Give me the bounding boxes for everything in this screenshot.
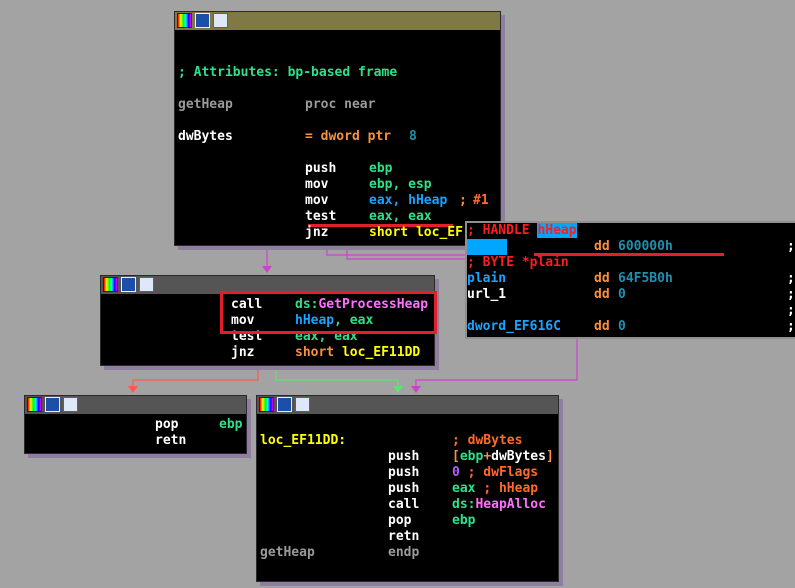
edit-pencil-icon[interactable] xyxy=(45,397,60,412)
var-name[interactable]: dwBytes xyxy=(178,129,233,145)
semicolon: ; xyxy=(787,303,795,318)
comment: ; dwFlags xyxy=(467,465,539,480)
operand: 0 xyxy=(452,465,460,480)
comment: ; dwBytes xyxy=(452,433,523,448)
mnemonic: mov xyxy=(305,177,329,192)
arrow-head xyxy=(393,386,403,393)
directive: dd xyxy=(594,271,610,286)
mnemonic: retn xyxy=(155,433,187,448)
node-title-bar[interactable] xyxy=(257,396,558,414)
data-name[interactable]: dword_EF616C xyxy=(467,319,561,335)
mnemonic: test xyxy=(305,209,337,224)
graph-node-loc-EF11DD[interactable]: loc_EF11DD:; dwBytes push [ebp+dwBytes] p… xyxy=(256,395,559,582)
operand: eax xyxy=(452,481,476,496)
type-comment: ; HANDLE xyxy=(467,223,530,238)
mnemonic: jnz xyxy=(305,225,329,240)
proc-name[interactable]: getHeap xyxy=(178,97,233,113)
operand[interactable]: eax, hHeap xyxy=(369,193,447,209)
color-palette-icon[interactable] xyxy=(177,13,192,28)
comment: ; Attributes: bp-based frame xyxy=(178,65,398,80)
operand: eax, eax xyxy=(369,209,432,224)
proc-keyword: proc near xyxy=(305,97,376,112)
graph-node-getHeap[interactable]: ; Attributes: bp-based frame getHeap pro… xyxy=(174,11,501,246)
edge-popup-node5 xyxy=(415,337,578,392)
node-title-bar[interactable] xyxy=(25,396,246,414)
api-name[interactable]: HeapAlloc xyxy=(475,497,545,512)
mnemonic: push xyxy=(388,481,420,496)
jump-target[interactable]: loc_EF11DD xyxy=(342,345,420,360)
operand: ebp xyxy=(452,513,476,528)
data-name[interactable]: plain xyxy=(467,271,506,287)
node-title-bar[interactable] xyxy=(175,12,500,30)
proc-keyword: endp xyxy=(388,545,420,560)
color-palette-icon[interactable] xyxy=(103,277,118,292)
mnemonic: pop xyxy=(388,513,412,528)
proc-name[interactable]: getHeap xyxy=(260,545,315,561)
arrow-head xyxy=(411,386,421,393)
var-offset: 8 xyxy=(409,129,417,144)
arrow-head xyxy=(128,386,138,393)
graph-node-return[interactable]: pop ebp retn xyxy=(24,395,247,454)
segment: ds: xyxy=(452,497,476,512)
hint-popup: ; HANDLE hHeap dd 600000h ; BYTE *plain p… xyxy=(465,221,795,339)
value: 64F5B0h xyxy=(618,271,673,286)
color-palette-icon[interactable] xyxy=(27,397,42,412)
graph-view-icon[interactable] xyxy=(63,397,78,412)
operand: short xyxy=(295,345,342,360)
semicolon: ; xyxy=(787,271,795,286)
highlighted-name[interactable]: hHeap xyxy=(537,223,577,238)
comment-number: #1 xyxy=(473,193,489,208)
operand: ebp xyxy=(219,417,243,432)
operand: ebp xyxy=(369,161,393,176)
directive: dd xyxy=(594,287,610,302)
comment: ; hHeap xyxy=(483,481,539,496)
edge-node1-node5 xyxy=(346,244,465,260)
graph-view-icon[interactable] xyxy=(213,13,228,28)
highlight-box xyxy=(220,291,437,334)
arrow-head xyxy=(262,266,272,273)
operand: ebp, esp xyxy=(369,177,432,192)
value: 0 xyxy=(618,319,626,334)
color-palette-icon[interactable] xyxy=(259,397,274,412)
edit-pencil-icon[interactable] xyxy=(195,13,210,28)
mnemonic: mov xyxy=(305,193,329,208)
var-def: = dword ptr xyxy=(305,129,392,144)
mnemonic: jnz xyxy=(231,345,255,360)
code-label[interactable]: loc_EF11DD: xyxy=(260,433,346,449)
value: 0 xyxy=(618,287,626,302)
semicolon: ; xyxy=(787,319,795,334)
graph-view-icon[interactable] xyxy=(139,277,154,292)
edit-pencil-icon[interactable] xyxy=(277,397,292,412)
comment-cursor: ; xyxy=(459,193,467,208)
mnemonic: pop xyxy=(155,417,179,432)
mnemonic: retn xyxy=(388,529,420,544)
mnemonic: push xyxy=(305,161,337,176)
semicolon: ; xyxy=(787,287,795,302)
selection-highlight xyxy=(467,239,507,255)
type-comment: ; BYTE *plain xyxy=(467,255,569,270)
mnemonic: push xyxy=(388,449,420,464)
mnemonic: call xyxy=(388,497,420,512)
edge-node3-node5 xyxy=(275,364,399,392)
directive: dd xyxy=(594,319,610,334)
data-name[interactable]: url_1 xyxy=(467,287,506,303)
edge-node3-node4 xyxy=(132,364,259,392)
semicolon: ; xyxy=(787,239,795,254)
mnemonic: push xyxy=(388,465,420,480)
edit-pencil-icon[interactable] xyxy=(121,277,136,292)
graph-view-icon[interactable] xyxy=(295,397,310,412)
operand[interactable]: dwBytes xyxy=(491,449,546,464)
jump-target[interactable]: short loc_EF xyxy=(369,225,463,241)
